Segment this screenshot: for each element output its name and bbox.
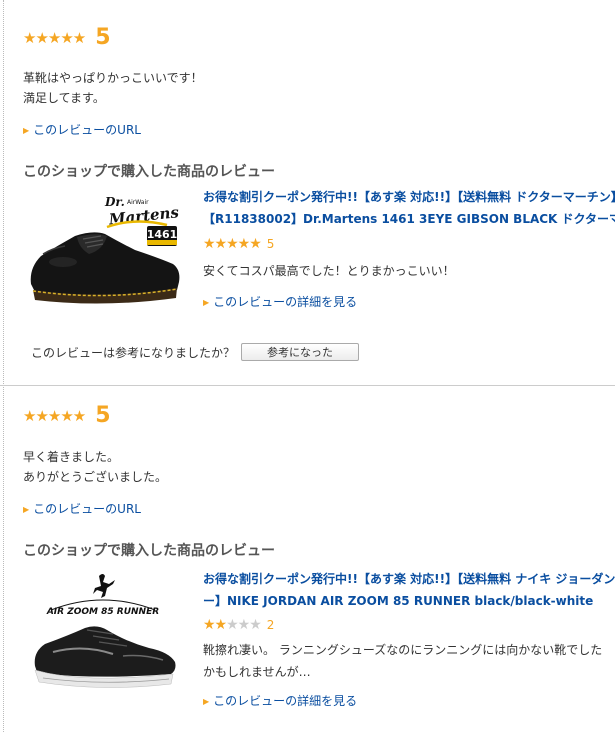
review-detail-link[interactable]: ▶ このレビューの詳細を見る: [203, 692, 357, 709]
triangle-right-icon: ▶: [23, 126, 30, 135]
helpful-button[interactable]: 参考になった: [241, 343, 360, 361]
review-stars: ★★★★★: [23, 29, 86, 47]
product-stars: ★★★★★: [203, 617, 262, 633]
product-title-line: お得な割引クーポン発行中!!【あす楽 対応!!】【送料無料 ドクターマーチン】: [203, 190, 615, 204]
helpful-row: このレビューは参考になりましたか？ 参考になった: [31, 343, 360, 361]
product-comment-line: 安くてコスパ最高でした！とりまかっこいい！: [203, 264, 455, 278]
review-url-link[interactable]: ▶ このレビューのURL: [23, 121, 141, 138]
review-url-label: このレビューのURL: [33, 502, 141, 516]
review-detail-label: このレビューの詳細を見る: [213, 295, 358, 309]
jordan-logo: [93, 574, 115, 598]
helpful-question: このレビューは参考になりましたか？: [31, 345, 236, 360]
svg-text:1461: 1461: [147, 228, 178, 241]
product-rating: ★★★★★ 2: [203, 617, 274, 633]
air-zoom-logo: AIR ZOOM 85 RUNNER: [46, 599, 159, 617]
left-dotted-rule: [3, 0, 4, 732]
product-score: 5: [266, 237, 275, 251]
triangle-right-icon: ▶: [203, 697, 210, 706]
product-score: 2: [266, 618, 275, 632]
product-stars: ★★★★★: [203, 236, 262, 252]
svg-text:AIR ZOOM 85 RUNNER: AIR ZOOM 85 RUNNER: [46, 607, 159, 617]
review-detail-link[interactable]: ▶ このレビューの詳細を見る: [203, 293, 357, 310]
product-comment: 靴擦れ凄い。 ランニングシューズなのにランニングには向かない靴でした かもしれま…: [203, 639, 615, 683]
product-comment: 安くてコスパ最高でした！とりまかっこいい！: [203, 260, 615, 282]
product-title-line: お得な割引クーポン発行中!!【あす楽 対応!!】【送料無料 ナイキ ジョーダン: [203, 572, 615, 586]
review-detail-label: このレビューの詳細を見る: [213, 694, 358, 708]
shop-reviews-heading: このショップで購入した商品のレビュー: [23, 543, 275, 559]
review-url-link[interactable]: ▶ このレビューのURL: [23, 500, 141, 517]
product-image[interactable]: AIR ZOOM 85 RUNNER: [23, 570, 183, 700]
triangle-right-icon: ▶: [23, 505, 30, 514]
review-url-label: このレビューのURL: [33, 123, 141, 137]
model-badge: 1461: [147, 226, 178, 246]
review-stars: ★★★★★: [23, 407, 86, 425]
review-score: 5: [95, 25, 111, 50]
review-text-line: ありがとうございました。: [23, 470, 168, 484]
product-title-link[interactable]: お得な割引クーポン発行中!!【あす楽 対応!!】【送料無料 ドクターマーチン】 …: [203, 186, 615, 230]
shoe-illustration: [34, 626, 176, 688]
product-comment-line: 靴擦れ凄い。 ランニングシューズなのにランニングには向かない靴でした: [203, 643, 603, 657]
review-text-line: 早く着きました。: [23, 450, 120, 464]
review-body: 革靴はやっぱりかっこいいです！ 満足してます。: [23, 68, 203, 108]
review-rating: ★★★★★ 5: [23, 26, 111, 50]
product-title-line: 【R11838002】Dr.Martens 1461 3EYE GIBSON B…: [203, 212, 615, 226]
product-comment-line: かもしれませんが…: [203, 665, 311, 679]
review-score: 5: [95, 403, 111, 428]
review-body: 早く着きました。 ありがとうございました。: [23, 447, 167, 487]
product-title-link[interactable]: お得な割引クーポン発行中!!【あす楽 対応!!】【送料無料 ナイキ ジョーダン …: [203, 568, 615, 612]
triangle-right-icon: ▶: [203, 298, 210, 307]
svg-text:AirWair: AirWair: [127, 199, 149, 206]
product-rating: ★★★★★ 5: [203, 236, 274, 252]
dr-martens-logo: Dr. AirWair Martens: [104, 195, 180, 229]
review-rating: ★★★★★ 5: [23, 404, 111, 428]
review-text-line: 満足してます。: [23, 91, 105, 105]
product-image[interactable]: Dr. AirWair Martens 1461: [23, 190, 183, 320]
svg-text:Dr.: Dr.: [104, 195, 125, 209]
review-divider: [0, 385, 615, 386]
review-text-line: 革靴はやっぱりかっこいいです！: [23, 71, 203, 85]
product-title-line: ー】NIKE JORDAN AIR ZOOM 85 RUNNER black/b…: [203, 594, 594, 608]
shop-reviews-heading: このショップで購入した商品のレビュー: [23, 164, 275, 180]
